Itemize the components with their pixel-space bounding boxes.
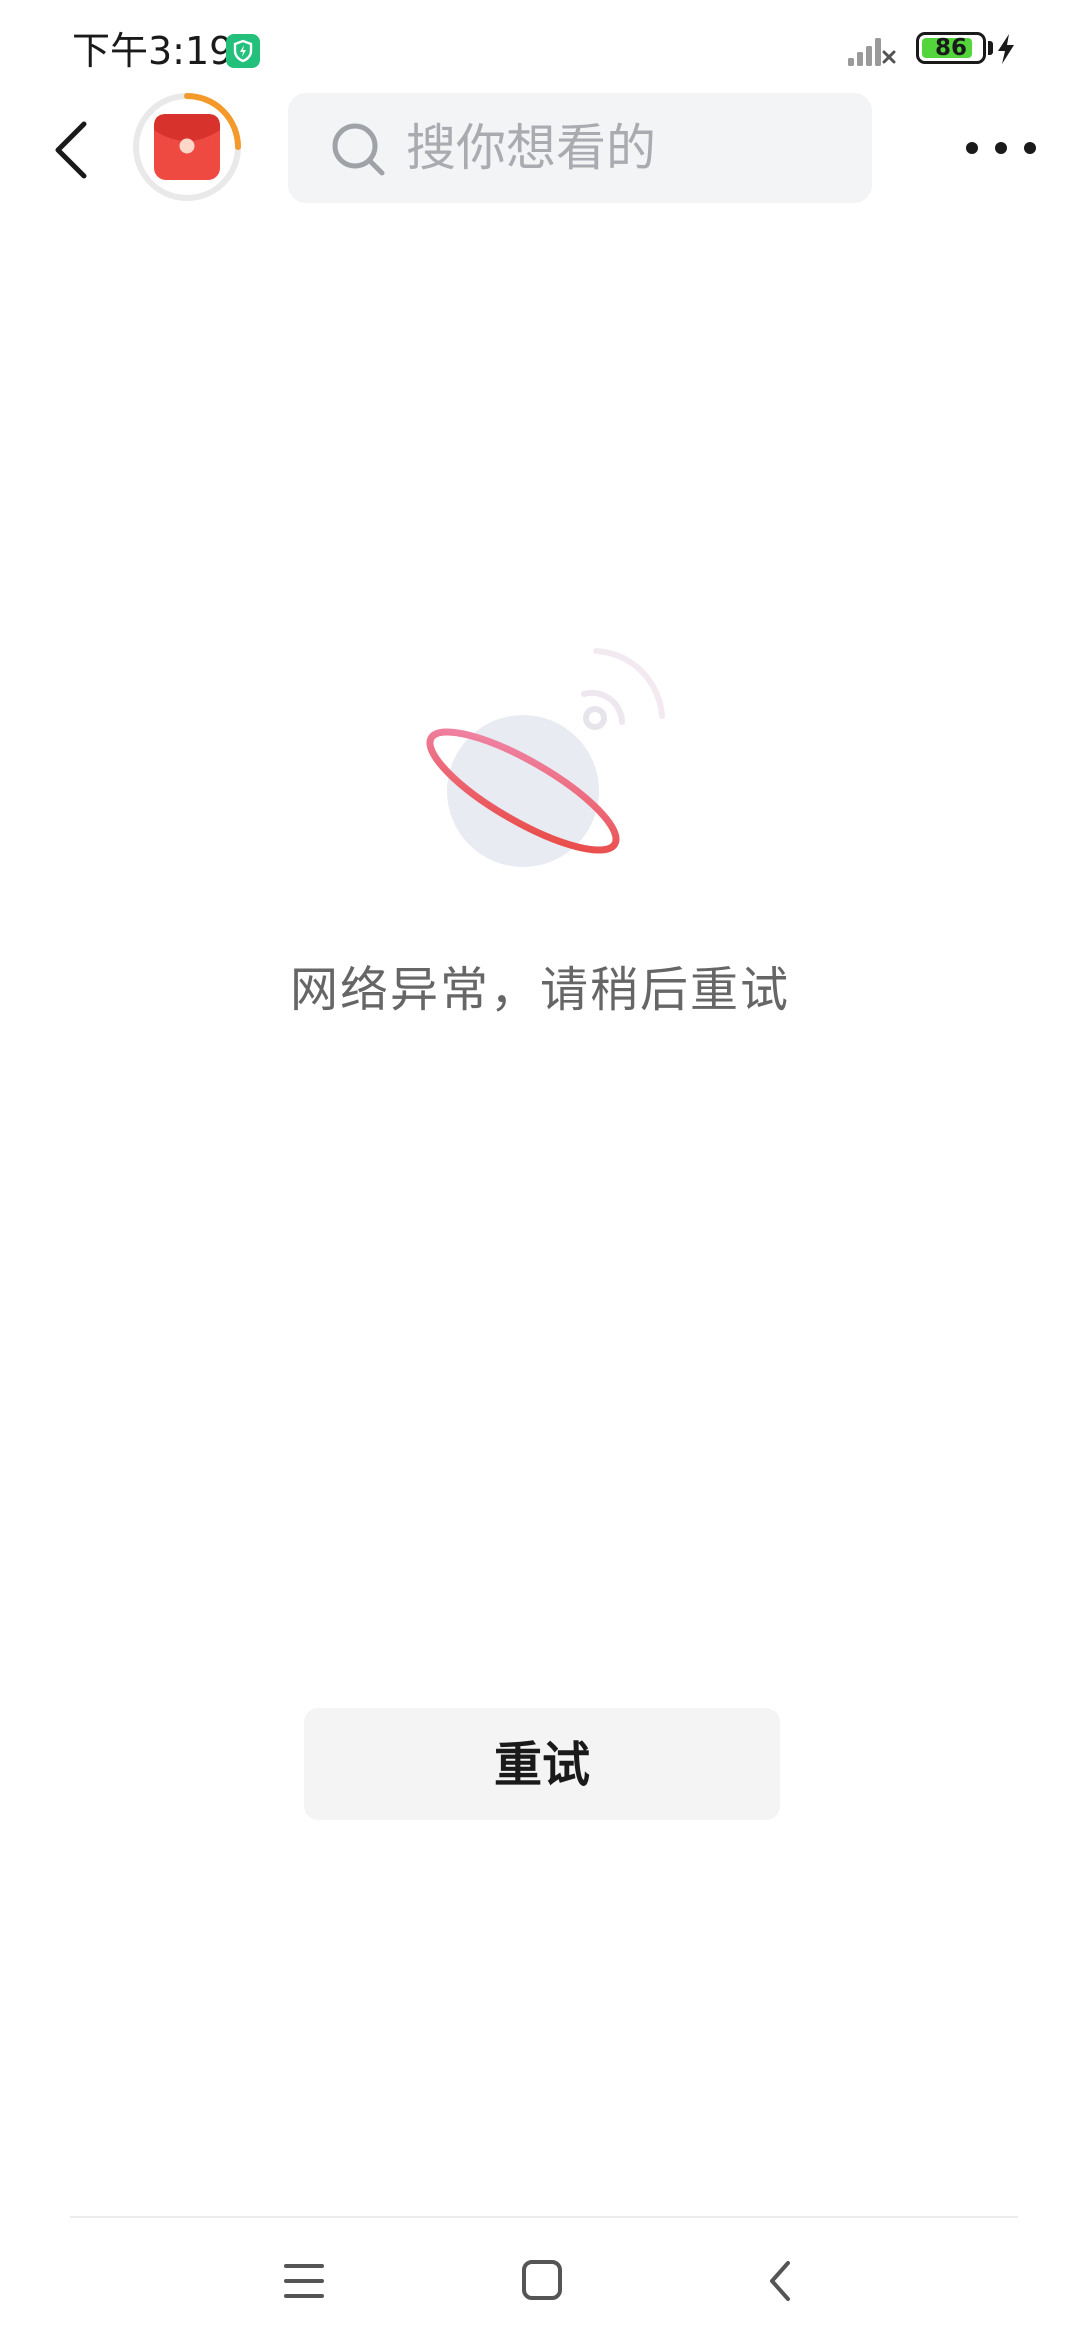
home-square-icon[interactable] [512,2256,572,2306]
planet-signal-icon [426,648,665,867]
nav-bar [0,2218,1080,2340]
battery-tip [988,41,993,55]
status-bar: 下午3:19 86 [0,0,1080,90]
signal-icon [848,38,896,66]
battery-level: 86 [934,35,967,61]
error-message: 网络异常，请稍后重试 [289,962,790,1018]
screen: 下午3:19 86 搜你想看的 网络异常，请稍后重试 重试 [0,0,1080,2340]
chevron-left-icon[interactable] [40,110,110,190]
more-dots-icon[interactable] [956,118,1046,178]
back-chevron-icon[interactable] [752,2256,812,2306]
status-time: 下午3:19 [72,29,234,73]
shield-icon [226,34,260,68]
menu-lines-icon[interactable] [274,2256,334,2306]
search-input[interactable]: 搜你想看的 [288,93,872,203]
search-placeholder: 搜你想看的 [406,119,656,177]
search-icon [332,123,385,176]
charging-bolt-icon [998,34,1014,64]
battery-icon: 86 [916,32,986,64]
red-envelope-logo-icon[interactable] [130,90,244,204]
retry-button[interactable]: 重试 [304,1708,780,1820]
header: 搜你想看的 [0,90,1080,210]
